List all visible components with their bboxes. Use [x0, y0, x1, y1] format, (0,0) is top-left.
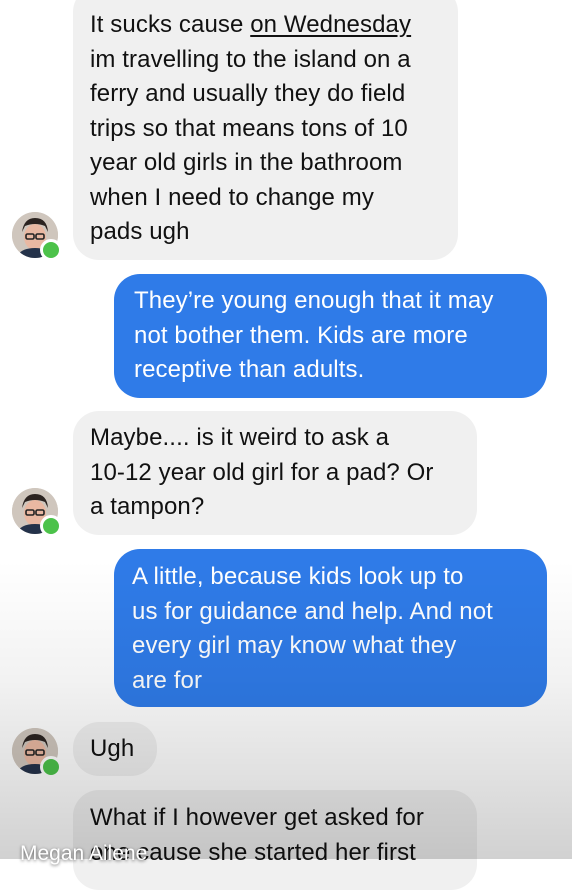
message-line: Maybe.... is it weird to ask a: [90, 424, 390, 451]
story-caption: Megan Ailene: [20, 842, 148, 865]
sent-message[interactable]: A little, because kids look up to us for…: [114, 549, 547, 707]
message-line: us for guidance and help. And not: [132, 597, 493, 625]
message-line: Ugh: [90, 735, 135, 762]
online-dot-icon: [40, 515, 62, 537]
received-message[interactable]: Ugh: [73, 722, 157, 776]
message-line: 10-12 year old girl for a pad? Or: [90, 458, 434, 486]
message-line: not bother them. Kids are more: [134, 321, 468, 349]
received-message[interactable]: What if I however get asked for one caus…: [73, 790, 477, 890]
received-message[interactable]: Maybe.... is it weird to ask a 10-12 yea…: [73, 411, 477, 535]
online-dot-icon: [40, 756, 62, 778]
message-line: What if I however get asked for: [90, 804, 424, 831]
chat-thread: It sucks cause on Wednesday im travellin…: [0, 0, 572, 890]
message-line: when I need to change my: [90, 183, 374, 211]
online-dot-icon: [40, 239, 62, 261]
message-line: It sucks cause on Wednesday: [90, 11, 412, 38]
message-line: trips so that means tons of 10: [90, 114, 408, 142]
message-line: a tampon?: [90, 493, 205, 520]
message-line: year old girls in the bathroom: [90, 149, 403, 176]
message-line: A little, because kids look up to: [132, 563, 464, 590]
received-message[interactable]: It sucks cause on Wednesday im travellin…: [73, 0, 458, 260]
message-line: receptive than adults.: [134, 356, 365, 383]
message-line: They’re young enough that it may: [134, 287, 494, 314]
date-link[interactable]: on Wednesday: [250, 11, 411, 38]
message-line: ferry and usually they do field: [90, 80, 406, 107]
message-line: pads ugh: [90, 218, 190, 245]
sent-message[interactable]: They’re young enough that it may not bot…: [114, 274, 547, 398]
message-line: are for: [132, 666, 203, 694]
message-line: im travelling to the island on a: [90, 45, 411, 73]
message-line: every girl may know what they: [132, 632, 457, 659]
